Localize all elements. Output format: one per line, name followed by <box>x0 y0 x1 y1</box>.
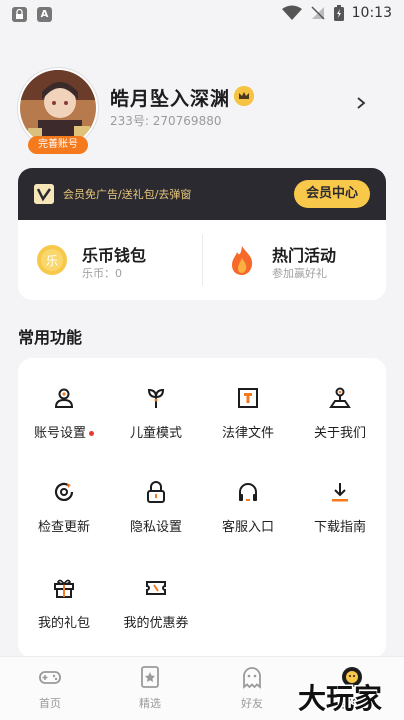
coin-icon: 乐 <box>37 245 67 275</box>
tab-friends[interactable]: 好友 <box>222 665 282 715</box>
account-settings-icon <box>54 388 74 408</box>
customer-service-item[interactable]: 客服入口 <box>202 480 294 550</box>
my-coupon-item[interactable]: 我的优惠券 <box>110 576 202 646</box>
svg-text:大玩家: 大玩家 <box>298 682 382 715</box>
lock-notification-icon <box>12 7 27 22</box>
privacy-settings-item[interactable]: 隐私设置 <box>110 480 202 550</box>
member-banner[interactable]: 会员免广告/送礼包/去弹窗 会员中心 <box>18 168 386 220</box>
hot-activity-subtitle: 参加赢好礼 <box>272 267 327 280</box>
app-notification-icon: A <box>37 7 52 22</box>
status-time: 10:13 <box>351 5 392 21</box>
fire-icon <box>232 246 253 275</box>
chevron-right-icon[interactable] <box>354 96 368 110</box>
download-guide-item[interactable]: 下载指南 <box>294 480 386 550</box>
account-settings-label: 账号设置 <box>33 426 86 441</box>
legal-document-icon <box>238 388 258 408</box>
my-coupon-label: 我的优惠券 <box>123 616 189 631</box>
user-id: 233号: 270769880 <box>110 114 222 128</box>
my-gift-item[interactable]: 我的礼包 <box>18 576 110 646</box>
gamepad-icon <box>39 671 61 684</box>
check-update-label: 检查更新 <box>37 520 90 535</box>
wallet-card: 乐 乐币钱包 乐币：0 热门活动 参加赢好礼 <box>18 220 386 300</box>
coin-wallet-entry[interactable]: 乐 乐币钱包 乐币：0 <box>18 220 202 300</box>
about-us-icon <box>329 387 351 408</box>
no-signal-icon <box>311 6 325 20</box>
privacy-settings-label: 隐私设置 <box>129 520 182 535</box>
featured-star-icon <box>141 666 159 688</box>
tab-home[interactable]: 首页 <box>20 665 80 715</box>
member-center-button[interactable]: 会员中心 <box>294 180 370 208</box>
wifi-icon <box>281 5 302 20</box>
tab-featured[interactable]: 精选 <box>120 665 180 715</box>
kids-mode-icon <box>147 388 165 408</box>
coin-balance: 乐币：0 <box>82 267 122 280</box>
hot-activity-entry[interactable]: 热门活动 参加赢好礼 <box>208 220 392 300</box>
tab-home-label: 首页 <box>39 697 61 710</box>
customer-service-label: 客服入口 <box>221 520 274 535</box>
username: 皓月坠入深渊 <box>110 88 231 110</box>
legal-document-label: 法律文件 <box>221 426 274 441</box>
tab-friends-label: 好友 <box>241 697 263 710</box>
headset-icon <box>239 483 257 501</box>
vip-logo-icon <box>34 184 54 204</box>
battery-charging-icon <box>333 5 344 21</box>
gift-icon <box>54 579 74 598</box>
kids-mode-label: 儿童模式 <box>129 426 182 441</box>
crown-icon <box>234 86 254 106</box>
watermark-logo: 大玩家 <box>296 681 383 717</box>
common-functions-title: 常用功能 <box>18 328 83 347</box>
kids-mode-item[interactable]: 儿童模式 <box>110 386 202 456</box>
coin-wallet-title: 乐币钱包 <box>82 246 147 265</box>
check-update-item[interactable]: 检查更新 <box>18 480 110 550</box>
new-badge-dot <box>89 431 94 436</box>
legal-document-item[interactable]: 法律文件 <box>202 386 294 456</box>
about-us-label: 关于我们 <box>313 426 366 441</box>
coupon-icon <box>146 581 166 595</box>
member-benefits-text: 会员免广告/送礼包/去弹窗 <box>63 188 192 201</box>
hot-activity-title: 热门活动 <box>272 246 337 265</box>
check-update-icon <box>54 482 74 501</box>
profile-header[interactable]: 完善账号 皓月坠入深渊 233号: 270769880 <box>18 68 388 156</box>
about-us-item[interactable]: 关于我们 <box>294 386 386 456</box>
download-guide-label: 下载指南 <box>313 520 366 535</box>
friends-ghost-icon <box>243 667 261 689</box>
svg-text:乐: 乐 <box>46 254 58 268</box>
download-icon <box>332 483 348 502</box>
privacy-lock-icon <box>147 481 165 503</box>
functions-grid: 账号设置 儿童模式 法律文件 关于我们 检查更新 隐私设置 客服入口 下载指南 … <box>18 358 386 658</box>
complete-account-badge[interactable]: 完善账号 <box>28 136 88 154</box>
status-bar: A 10:13 <box>0 0 404 30</box>
tab-featured-label: 精选 <box>139 697 161 710</box>
account-settings-item[interactable]: 账号设置 <box>18 386 110 456</box>
wallet-divider <box>202 234 203 286</box>
my-gift-label: 我的礼包 <box>37 616 90 631</box>
